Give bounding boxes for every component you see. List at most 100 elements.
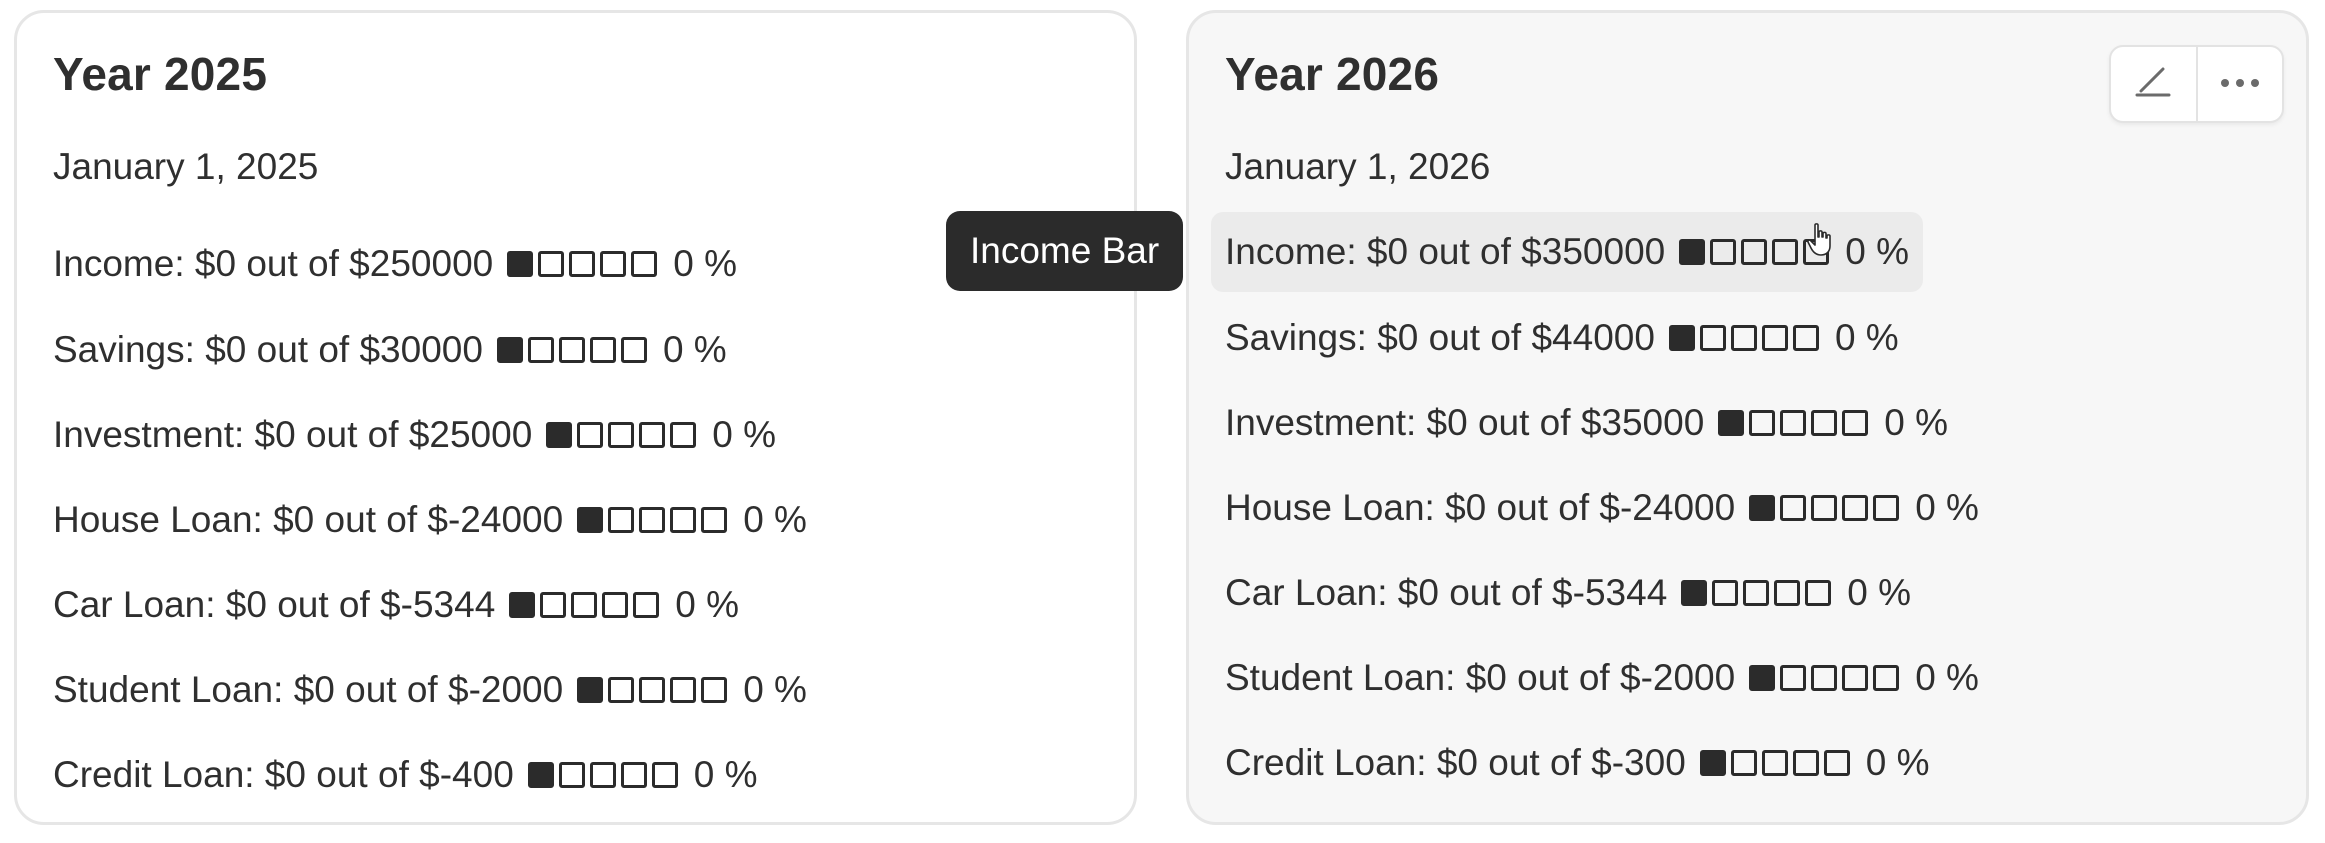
investment-row[interactable]: Investment: $0 out of $25000 0 % — [39, 395, 790, 475]
row-label: Credit Loan: $0 out of $-300 — [1225, 742, 1686, 783]
row-label: Car Loan: $0 out of $-5344 — [53, 584, 496, 625]
progress-bar — [577, 677, 728, 703]
bar-square — [1811, 410, 1838, 436]
progress-bar — [1718, 410, 1869, 436]
bar-square-filled — [507, 251, 534, 277]
row-percent: 0 % — [673, 243, 737, 284]
bar-square — [1774, 580, 1801, 606]
bar-square — [1811, 495, 1838, 521]
bar-square-filled — [1749, 495, 1776, 521]
bar-square-filled — [577, 677, 604, 703]
bar-square — [1741, 239, 1768, 265]
row-percent: 0 % — [1847, 572, 1912, 613]
savings-row[interactable]: Savings: $0 out of $30000 0 % — [39, 310, 741, 390]
credit-loan-row[interactable]: Credit Loan: $0 out of $-400 0 % — [39, 735, 772, 815]
row-percent: 0 % — [743, 499, 807, 540]
bar-square — [1730, 750, 1757, 776]
bar-square — [558, 337, 585, 363]
progress-bar — [546, 422, 697, 448]
bar-square — [608, 422, 635, 448]
card-date: January 1, 2025 — [53, 146, 319, 187]
bar-square — [633, 592, 660, 618]
bar-square — [1780, 665, 1807, 691]
year-2026-card[interactable]: Year 2026 January 1, 2026 Income: $0 out… — [1186, 10, 2309, 825]
year-2025-card[interactable]: Year 2025 January 1, 2025 Income: $0 out… — [14, 10, 1137, 825]
income-bar-tooltip: Income Bar — [946, 211, 1184, 291]
bar-square — [1772, 239, 1799, 265]
edit-button[interactable] — [2111, 47, 2196, 121]
income-row[interactable]: Income: $0 out of $250000 0 % — [39, 224, 751, 304]
progress-bar — [1699, 750, 1850, 776]
card-title: Year 2026 — [1225, 48, 1440, 100]
bar-square — [1780, 495, 1807, 521]
bar-square — [1699, 325, 1726, 351]
bar-square — [540, 592, 567, 618]
bar-square — [589, 762, 616, 788]
bar-square — [569, 251, 596, 277]
bar-square — [1780, 410, 1807, 436]
bar-square — [558, 762, 585, 788]
row-percent: 0 % — [1834, 317, 1899, 358]
house-loan-row[interactable]: House Loan: $0 out of $-24000 0 % — [39, 480, 821, 560]
bar-square — [1710, 239, 1737, 265]
student-loan-row[interactable]: Student Loan: $0 out of $-2000 0 % — [1211, 638, 1993, 718]
bar-square — [1842, 410, 1869, 436]
card-date: January 1, 2026 — [1225, 146, 1491, 187]
bar-square — [577, 422, 604, 448]
bar-square — [1749, 410, 1776, 436]
bar-square-filled — [546, 422, 573, 448]
edit-icon — [2131, 65, 2175, 104]
bar-square — [1873, 665, 1900, 691]
bar-square — [1792, 750, 1819, 776]
bar-square — [1873, 495, 1900, 521]
savings-row[interactable]: Savings: $0 out of $44000 0 % — [1211, 298, 1913, 378]
progress-bar — [496, 337, 647, 363]
car-loan-row[interactable]: Car Loan: $0 out of $-5344 0 % — [1211, 553, 1925, 633]
more-options-button[interactable] — [2195, 47, 2283, 121]
row-label: House Loan: $0 out of $-24000 — [53, 499, 564, 540]
row-label: Savings: $0 out of $44000 — [1225, 317, 1655, 358]
board: Year 2025 January 1, 2025 Income: $0 out… — [0, 0, 2325, 843]
bar-square-filled — [1718, 410, 1745, 436]
bar-square-filled — [1668, 325, 1695, 351]
bar-square — [701, 677, 728, 703]
row-percent: 0 % — [693, 754, 758, 795]
progress-bar — [1749, 665, 1900, 691]
row-percent: 0 % — [1884, 402, 1949, 443]
row-percent: 0 % — [662, 329, 727, 370]
row-label: House Loan: $0 out of $-24000 — [1225, 487, 1736, 528]
row-label: Savings: $0 out of $30000 — [53, 329, 483, 370]
row-label: Car Loan: $0 out of $-5344 — [1225, 572, 1668, 613]
row-label: Income: $0 out of $250000 — [53, 243, 494, 284]
row-label: Investment: $0 out of $35000 — [1225, 402, 1705, 443]
bar-square-filled — [496, 337, 523, 363]
bar-square — [1743, 580, 1770, 606]
progress-bar — [1668, 325, 1819, 351]
row-percent: 0 % — [712, 414, 777, 455]
bar-square-filled — [509, 592, 536, 618]
bar-square — [608, 507, 635, 533]
bar-square — [608, 677, 635, 703]
car-loan-row[interactable]: Car Loan: $0 out of $-5344 0 % — [39, 565, 753, 645]
bar-square — [639, 677, 666, 703]
bar-square — [1761, 325, 1788, 351]
bar-square — [651, 762, 678, 788]
student-loan-row[interactable]: Student Loan: $0 out of $-2000 0 % — [39, 650, 821, 730]
bar-square — [620, 337, 647, 363]
investment-row[interactable]: Investment: $0 out of $35000 0 % — [1211, 383, 1962, 463]
bar-square — [631, 251, 658, 277]
bar-square — [527, 337, 554, 363]
bar-square — [701, 507, 728, 533]
row-percent: 0 % — [1915, 657, 1979, 698]
row-label: Student Loan: $0 out of $-2000 — [53, 669, 564, 710]
house-loan-row[interactable]: House Loan: $0 out of $-24000 0 % — [1211, 468, 1993, 548]
bar-square-filled — [527, 762, 554, 788]
bar-square — [670, 507, 697, 533]
bar-square — [1805, 580, 1832, 606]
bar-square — [639, 507, 666, 533]
bar-square — [1712, 580, 1739, 606]
credit-loan-row[interactable]: Credit Loan: $0 out of $-300 0 % — [1211, 723, 1944, 803]
progress-bar — [1749, 495, 1900, 521]
row-percent: 0 % — [743, 669, 807, 710]
row-label: Investment: $0 out of $25000 — [53, 414, 533, 455]
